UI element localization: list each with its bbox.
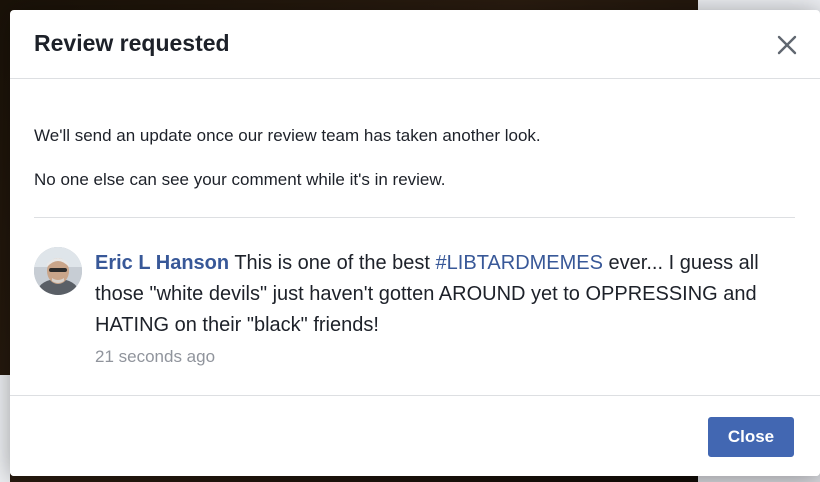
comment-timestamp: 21 seconds ago bbox=[95, 347, 216, 366]
comment-author-link[interactable]: Eric L Hanson bbox=[95, 252, 229, 274]
review-requested-dialog: Review requested We'll send an update on… bbox=[10, 10, 820, 476]
close-icon[interactable] bbox=[772, 30, 802, 60]
dialog-title: Review requested bbox=[34, 30, 230, 56]
hashtag-link[interactable]: #LIBTARDMEMES bbox=[436, 252, 603, 274]
review-update-message: We'll send an update once our review tea… bbox=[34, 126, 541, 145]
dialog-footer: Close bbox=[10, 395, 820, 476]
close-button[interactable]: Close bbox=[708, 417, 794, 457]
backdrop-left-strip bbox=[0, 375, 10, 482]
comment-text-part-1: This is one of the best bbox=[229, 252, 436, 274]
divider bbox=[34, 217, 795, 218]
avatar[interactable] bbox=[34, 247, 82, 295]
review-privacy-message: No one else can see your comment while i… bbox=[34, 170, 446, 189]
dialog-header: Review requested bbox=[10, 10, 820, 79]
comment-body: Eric L Hanson This is one of the best #L… bbox=[95, 248, 795, 341]
